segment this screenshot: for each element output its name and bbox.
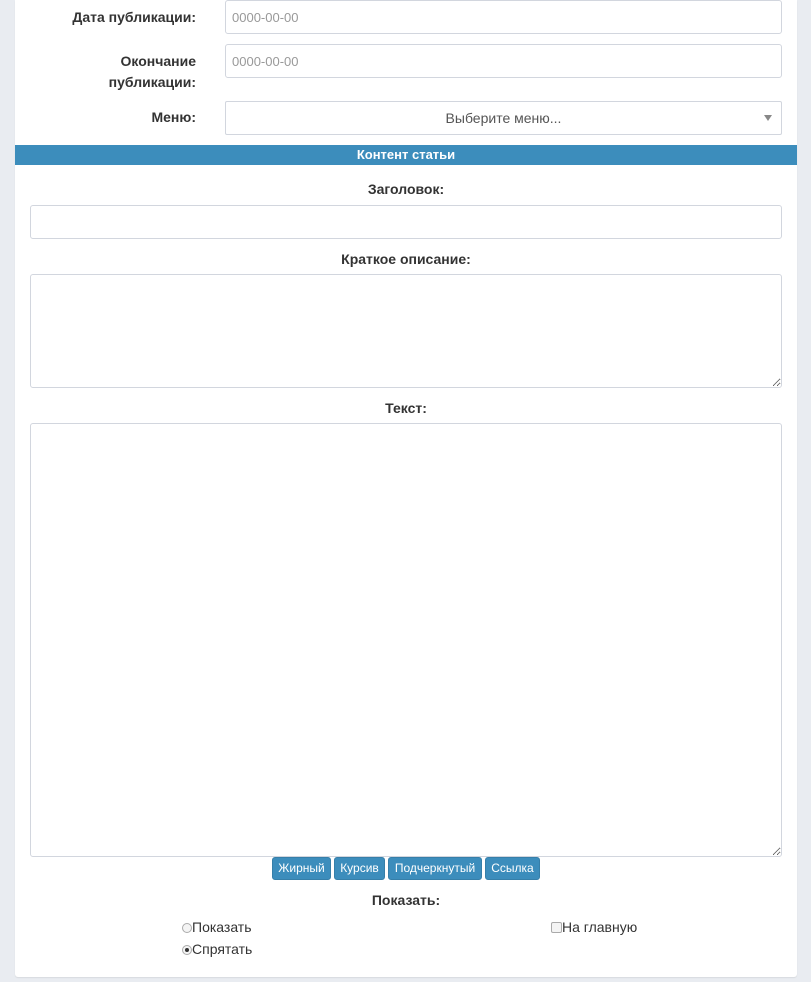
text-label: Текст: [385, 400, 427, 416]
summary-wrap [30, 274, 782, 388]
text-wrap [30, 423, 782, 857]
pub-end-label-line1: Окончание [120, 53, 196, 69]
bold-button[interactable]: Жирный [272, 857, 331, 880]
content-section-header: Контент статьи [15, 145, 797, 165]
underline-button[interactable]: Подчеркнутый [388, 857, 482, 880]
title-label: Заголовок: [367, 181, 445, 197]
pub-end-label-line2: публикации: [108, 74, 196, 90]
radio-show-option[interactable]: Показать [182, 919, 252, 935]
main-page-label: На главную [562, 919, 638, 935]
title-input[interactable] [30, 205, 782, 239]
chevron-down-icon [764, 115, 772, 121]
radio-show[interactable] [182, 923, 192, 933]
menu-select[interactable]: Выберите меню... [225, 101, 782, 135]
pub-end-input[interactable] [225, 44, 782, 78]
radio-hide[interactable] [182, 945, 192, 955]
pub-end-label: Окончание публикации: [40, 51, 196, 93]
radio-hide-label: Спрятать [192, 941, 253, 957]
italic-button[interactable]: Курсив [334, 857, 385, 880]
link-button[interactable]: Ссылка [485, 857, 540, 880]
show-label: Показать: [371, 892, 441, 908]
menu-label: Меню: [151, 109, 196, 125]
pub-date-input[interactable] [225, 0, 782, 34]
text-textarea[interactable] [30, 423, 782, 857]
menu-select-value: Выберите меню... [445, 110, 562, 126]
radio-show-label: Показать [192, 919, 252, 935]
pub-date-label: Дата публикации: [72, 9, 196, 25]
main-page-option[interactable]: На главную [551, 919, 637, 935]
main-page-checkbox[interactable] [551, 922, 562, 933]
radio-hide-option[interactable]: Спрятать [182, 941, 252, 957]
summary-label: Краткое описание: [341, 251, 471, 267]
summary-textarea[interactable] [30, 274, 782, 388]
